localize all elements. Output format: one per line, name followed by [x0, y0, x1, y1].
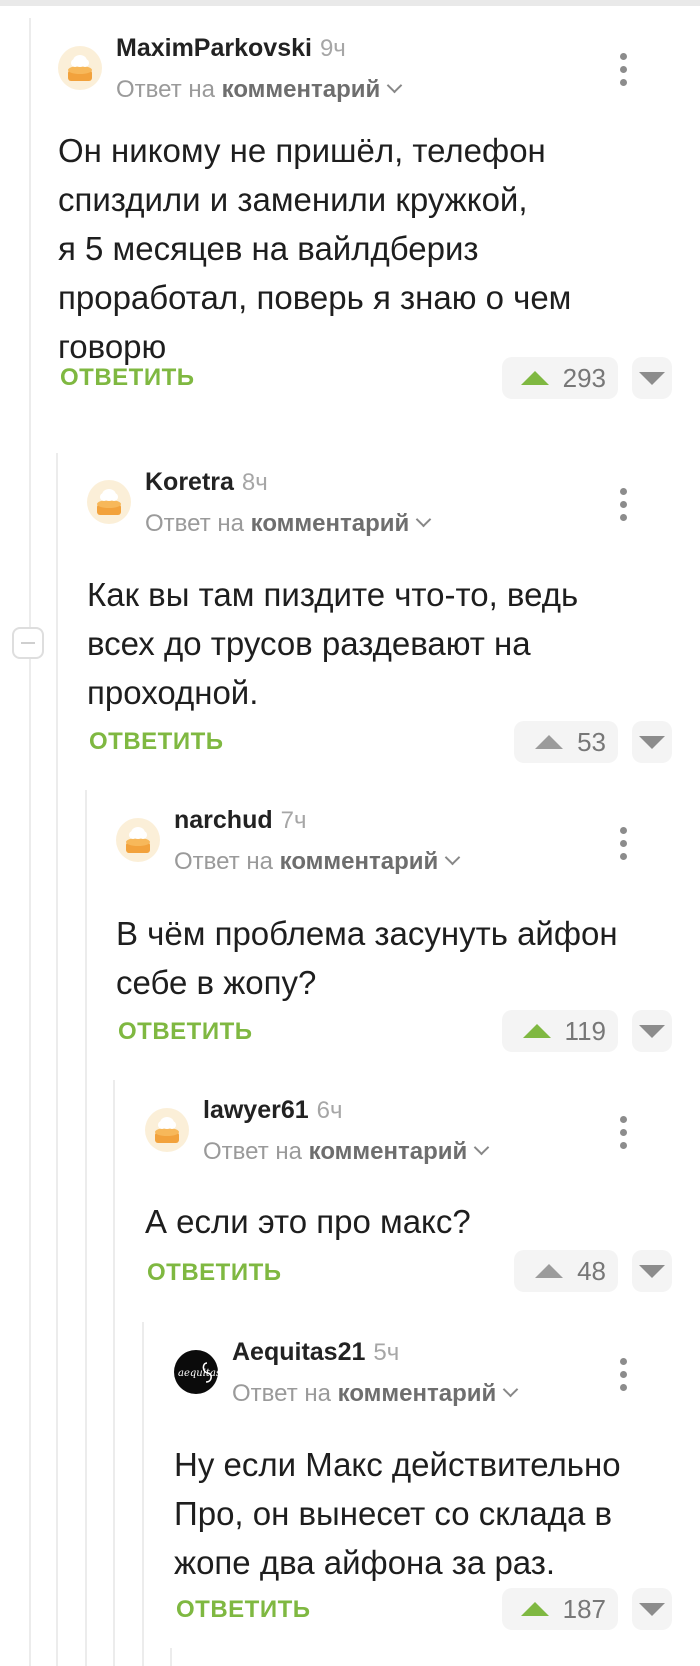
thread-line-6	[170, 1648, 172, 1666]
upvote-button[interactable]: 119	[502, 1010, 618, 1052]
reply-button[interactable]: ОТВЕТИТЬ	[60, 364, 195, 392]
avatar-icon[interactable]	[116, 818, 160, 862]
upvote-arrow-icon	[520, 371, 549, 385]
rating-count: 48	[577, 1255, 606, 1286]
downvote-button[interactable]	[632, 1250, 672, 1292]
top-divider	[0, 0, 700, 6]
downvote-button[interactable]	[632, 1010, 672, 1052]
upvote-button[interactable]: 187	[502, 1588, 618, 1630]
rating-count: 187	[562, 1593, 606, 1624]
comment: lawyer61 6ч Ответ на комментарий А если э…	[145, 1096, 700, 1296]
username[interactable]: Aequitas21 5ч	[232, 1338, 399, 1367]
thread-line-4	[113, 1080, 115, 1666]
thread-line-3	[85, 790, 87, 1666]
comment-text: В чём проблема засунуть айфон себе в жоп…	[116, 915, 618, 1001]
downvote-arrow-icon	[639, 1024, 665, 1038]
reply-to-link[interactable]: Ответ на комментарий	[232, 1380, 519, 1408]
downvote-button[interactable]	[632, 1588, 672, 1630]
downvote-arrow-icon	[639, 1264, 665, 1278]
comment: aequitas Aequitas21 5ч Ответ на комментар…	[174, 1338, 700, 1638]
comment-text: Ну если Макс действительно Про, он вынес…	[174, 1446, 621, 1581]
avatar-icon[interactable]	[145, 1108, 189, 1152]
reply-button[interactable]: ОТВЕТИТЬ	[118, 1018, 253, 1046]
aequitas-logo-icon[interactable]: aequitas	[174, 1350, 218, 1394]
upvote-button[interactable]: 53	[514, 721, 618, 763]
downvote-arrow-icon	[639, 371, 665, 385]
reply-button[interactable]: ОТВЕТИТЬ	[147, 1259, 282, 1287]
chevron-down-icon	[474, 1139, 490, 1156]
reply-to-link[interactable]: Ответ на комментарий	[145, 510, 432, 538]
upvote-button[interactable]: 48	[514, 1250, 618, 1292]
upvote-arrow-icon	[535, 1264, 564, 1278]
more-options-icon[interactable]	[608, 53, 638, 87]
comment-time: 8ч	[241, 469, 268, 496]
reply-to-link[interactable]: Ответ на комментарий	[116, 76, 403, 104]
thread-line-2	[56, 453, 58, 1666]
reply-to-link[interactable]: Ответ на комментарий	[203, 1138, 490, 1166]
downvote-arrow-icon	[639, 1602, 665, 1616]
username[interactable]: MaximParkovski 9ч	[116, 34, 346, 63]
comment-time: 9ч	[319, 35, 346, 62]
comment: narchud 7ч Ответ на комментарий В чём про…	[116, 806, 700, 1056]
downvote-button[interactable]	[632, 721, 672, 763]
username[interactable]: Koretra 8ч	[145, 468, 268, 497]
comment-text: А если это про макс?	[145, 1203, 471, 1240]
chevron-down-icon	[445, 849, 461, 866]
upvote-arrow-icon	[535, 735, 564, 749]
rating-count: 293	[562, 362, 606, 393]
downvote-arrow-icon	[639, 735, 665, 749]
comment-time: 7ч	[280, 807, 307, 834]
thread-line-1	[29, 18, 31, 1666]
username[interactable]: lawyer61 6ч	[203, 1096, 343, 1125]
comment-text: Как вы там пиздите что-то, ведь всех до …	[87, 576, 579, 711]
comment-time: 5ч	[373, 1339, 400, 1366]
reply-button[interactable]: ОТВЕТИТЬ	[89, 728, 224, 756]
comment-text: Он никому не пришёл, телефон спиздили и …	[58, 132, 572, 365]
collapse-thread-button[interactable]	[12, 627, 44, 659]
username[interactable]: narchud 7ч	[174, 806, 306, 835]
more-options-icon[interactable]	[608, 488, 638, 522]
more-options-icon[interactable]	[608, 1358, 638, 1392]
avatar-icon[interactable]	[58, 46, 102, 90]
upvote-arrow-icon	[520, 1602, 549, 1616]
comment: Koretra 8ч Ответ на комментарий Как вы та…	[87, 468, 700, 768]
comment-time: 6ч	[316, 1097, 343, 1124]
avatar-icon[interactable]	[87, 480, 131, 524]
upvote-arrow-icon	[522, 1024, 551, 1038]
rating-count: 53	[577, 726, 606, 757]
reply-button[interactable]: ОТВЕТИТЬ	[176, 1596, 311, 1624]
chevron-down-icon	[387, 77, 403, 94]
reply-to-link[interactable]: Ответ на комментарий	[174, 848, 461, 876]
more-options-icon[interactable]	[608, 1116, 638, 1150]
thread-line-5	[142, 1322, 144, 1666]
chevron-down-icon	[416, 511, 432, 528]
more-options-icon[interactable]	[608, 827, 638, 861]
comment: MaximParkovski 9ч Ответ на комментарий Он…	[58, 34, 700, 434]
rating-count: 119	[564, 1015, 606, 1046]
downvote-button[interactable]	[632, 357, 672, 399]
upvote-button[interactable]: 293	[502, 357, 618, 399]
chevron-down-icon	[503, 1381, 519, 1398]
